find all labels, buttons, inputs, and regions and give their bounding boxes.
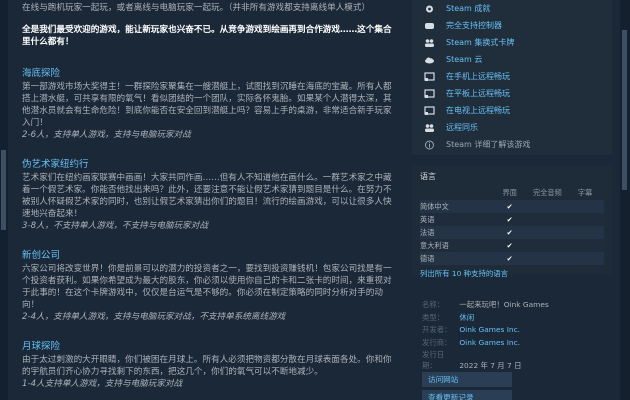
info-label: 发行日期： [422,350,445,370]
language-name: 英语 [420,214,435,224]
info-release-date: 发行日期： 2022 年 7 月 7 日 [422,349,612,370]
lang-header-audio: 完全音频 [533,188,562,197]
table-row: 德语 ✔ [420,252,604,265]
check-icon [566,200,604,213]
language-name: 简体中文 [420,201,449,211]
feature-label: Steam 成就 [446,4,491,13]
languages-table: 界面 完全音频 字幕 简体中文 ✔ 英语 ✔ 法语 ✔ 意大利语 ✔ 德语 ✔ [420,188,604,265]
check-icon [529,252,567,265]
check-icon: ✔ [506,215,513,224]
language-name: 意大利语 [420,240,449,250]
feature-label: 完全支持控制器 [446,21,502,30]
visit-website-link[interactable]: 访问网站 [422,372,512,387]
check-icon [566,213,604,226]
genre-link[interactable]: 休闲 [459,313,474,322]
info-label: 类型： [422,312,445,322]
check-icon [529,200,567,213]
check-icon [529,213,567,226]
table-row: 简体中文 ✔ [420,200,604,213]
description-intro: 在线与跑机玩家一起玩，或者离线与电脑玩家一起玩。（并非所有游戏都支持离线单人模式… [22,3,371,13]
check-icon [566,252,604,265]
languages-panel: 语言 界面 完全音频 字幕 简体中文 ✔ 英语 ✔ 法语 ✔ 意大利语 ✔ 德语… [412,165,612,278]
description-highlight: 全是我们最受欢迎的游戏，能让新玩家也兴奋不已。从竞争游戏到绘画再到合作游戏……这… [22,25,392,48]
lang-header-interface: 界面 [502,188,517,197]
check-icon: ✔ [506,202,513,211]
feature-label: Steam 详细了解该游戏 [446,140,531,149]
section-body: 艺术家们在纽约画家联赛中画画！大家共同作画……但有人不知道他在画什么。一群艺术家… [22,172,392,220]
lang-header-blank [420,188,491,200]
gear-icon [424,4,436,14]
section-note: 2-4人，支持单人游戏，支持与电脑玩家对战，不支持单系统离线游戏 [22,312,286,323]
feature-label: 在电视上远程畅玩 [446,106,510,115]
section-body: 第一部游戏市场大奖得主！一群探险家聚集在一艘潜艇上，试图找到沉睡在海底的宝藏。所… [22,81,392,129]
publisher-link[interactable]: Oink Games Inc. [459,338,520,347]
external-links: 访问网站 查看更新记录 [422,372,582,400]
game-info: 名称： 一起来玩吧！Oink Games 类型： 休闲 开发者： Oink Ga… [412,299,612,370]
people-icon [424,38,436,48]
info-genre: 类型： 休闲 [422,312,612,325]
people-icon [424,123,436,133]
right-sidebar: Steam 成就 完全支持控制器 Steam 集换式卡牌 Steam 云 在手机… [412,0,612,400]
section-title: 伪艺术家纽约行 [22,158,89,170]
feature-label: Steam 云 [446,55,483,64]
info-label: 发行商： [422,337,452,347]
developer-link[interactable]: Oink Games Inc. [459,325,520,334]
languages-title: 语言 [420,172,436,181]
check-icon [566,226,604,239]
steam-icon [424,21,436,31]
info-publisher: 发行商： Oink Games Inc. [422,337,612,350]
update-history-link[interactable]: 查看更新记录 [422,390,512,400]
table-row: 英语 ✔ [420,213,604,226]
feature-remote-tv[interactable]: 在电视上远程畅玩 [412,102,612,119]
feature-remote-play-together[interactable]: 远程同乐 [412,119,612,136]
features-panel: Steam 成就 完全支持控制器 Steam 集换式卡牌 Steam 云 在手机… [412,0,612,155]
feature-trading-cards[interactable]: Steam 集换式卡牌 [412,34,612,51]
feature-label: 远程同乐 [446,123,478,132]
feature-cloud[interactable]: Steam 云 [412,51,612,68]
info-developer: 开发者： Oink Games Inc. [422,324,612,337]
check-icon [529,239,567,252]
info-label: 开发者： [422,325,452,334]
section-title: 新创公司 [22,249,61,261]
info-title: 名称： 一起来玩吧！Oink Games [422,299,612,312]
right-scrollbar-thumb[interactable] [622,30,627,190]
feature-learn-more[interactable]: Steam 详细了解该游戏 [412,136,612,153]
info-value: 2022 年 7 月 7 日 [459,361,522,370]
section-body: 六家公司将改变世界！你是前景可以的潜力的投资者之一，要找到投资赚钱机！包家公司找… [22,263,392,311]
section-note: 2-6人，支持单人游戏，支持与电脑玩家对战 [22,130,191,141]
section-note: 1-4人支持单人游戏，支持与电脑玩家对战 [22,379,183,390]
all-languages-link[interactable]: 列出所有 10 种支持的语言 [420,268,604,279]
section-body: 由于太过刺激的大开眼睛，你们被困在月球上。所有人必须把物资都分散在月球表面各处。… [22,354,392,377]
section-note: 3-8人，不支持单人游戏，不支持与电脑玩家对战 [22,221,208,232]
check-icon [566,239,604,252]
feature-achievements[interactable]: Steam 成就 [412,0,612,17]
cloud-icon [424,55,436,65]
cast-icon [424,71,436,82]
check-icon: ✔ [506,228,513,237]
section-title: 海底探险 [22,67,61,79]
info-label: 名称： [422,300,445,309]
language-name: 法语 [420,227,435,237]
section-title: 月球探险 [22,340,61,352]
table-row: 法语 ✔ [420,226,604,239]
feature-remote-tablet[interactable]: 在平板上远程畅玩 [412,85,612,102]
right-scrollbar-track[interactable] [620,0,630,400]
lang-header-subtitles: 字幕 [577,188,593,197]
check-icon: ✔ [506,254,513,263]
game-description: 在线与跑机玩家一起玩，或者离线与电脑玩家一起玩。（并非所有游戏都支持离线单人模式… [0,0,408,400]
info-icon [424,140,436,150]
feature-label: 在平板上远程畅玩 [446,89,510,98]
info-value: 一起来玩吧！Oink Games [459,300,549,309]
feature-label: 在手机上远程畅玩 [446,72,510,81]
cast-icon [424,88,436,99]
language-name: 德语 [420,253,435,263]
feature-remote-phone[interactable]: 在手机上远程畅玩 [412,68,612,85]
feature-label: Steam 集换式卡牌 [446,38,515,47]
cast-icon [424,105,436,116]
feature-controller[interactable]: 完全支持控制器 [412,17,612,34]
table-row: 意大利语 ✔ [420,239,604,252]
check-icon [529,226,567,239]
check-icon: ✔ [506,241,513,250]
